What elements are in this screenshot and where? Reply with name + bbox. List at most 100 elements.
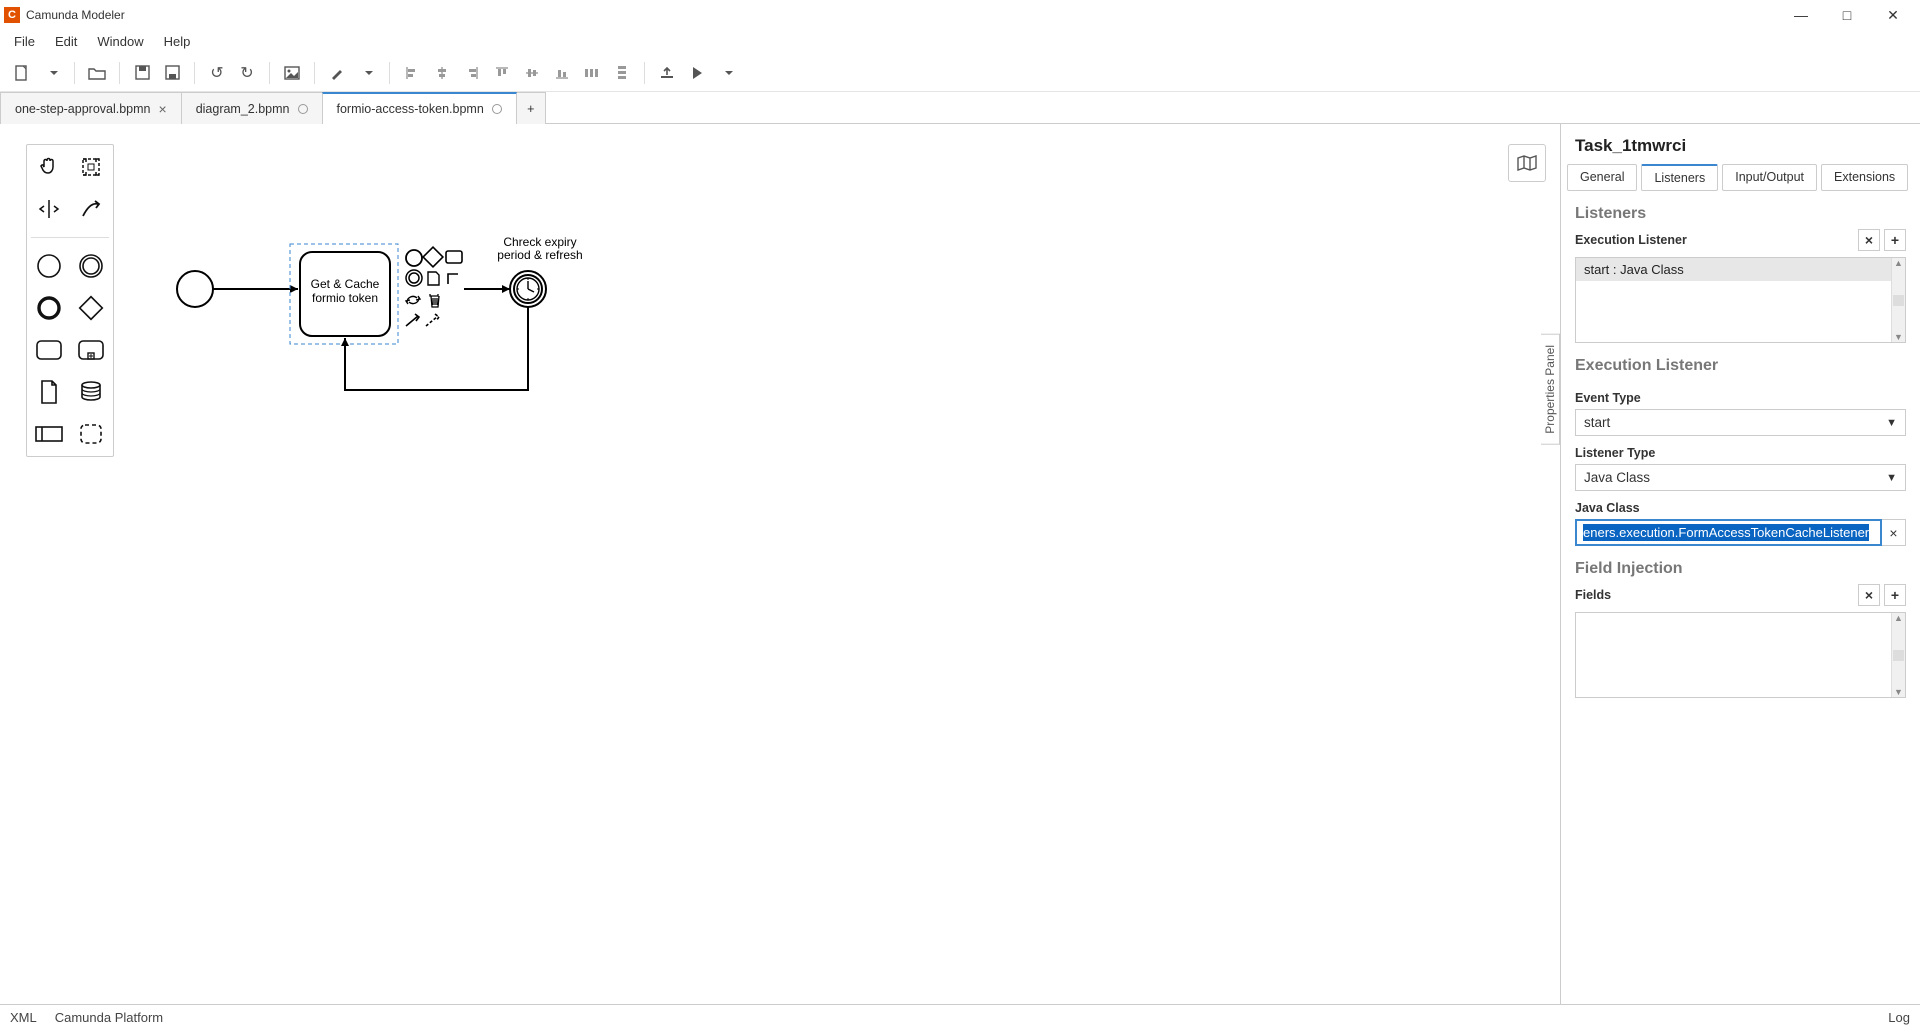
workspace: Get & Cacheformio token — [0, 124, 1920, 1004]
pool-icon[interactable] — [33, 418, 65, 450]
bpmn-diagram[interactable]: Get & Cacheformio token — [170, 184, 630, 404]
run-dropdown[interactable] — [713, 59, 741, 87]
prop-tab-listeners[interactable]: Listeners — [1641, 164, 1718, 191]
tab-formio-access-token[interactable]: formio-access-token.bpmn — [322, 92, 517, 124]
group-icon[interactable] — [75, 418, 107, 450]
status-log[interactable]: Log — [1888, 1010, 1910, 1025]
event-type-value: start — [1584, 415, 1610, 430]
deploy-button[interactable] — [653, 59, 681, 87]
tab-diagram-2[interactable]: diagram_2.bpmn — [181, 92, 323, 124]
fields-list[interactable]: ▲▼ — [1575, 612, 1906, 698]
toolbar: ↺ ↻ — [0, 54, 1920, 92]
ctx-task-icon[interactable] — [446, 251, 462, 263]
scrollbar[interactable]: ▲▼ — [1891, 613, 1905, 697]
ctx-end-event-icon[interactable] — [406, 250, 422, 266]
ctx-gateway-icon[interactable] — [423, 247, 443, 267]
chevron-down-icon: ▼ — [1886, 417, 1897, 429]
menu-help[interactable]: Help — [154, 30, 201, 53]
listener-row[interactable]: start : Java Class — [1576, 258, 1905, 281]
status-platform[interactable]: Camunda Platform — [55, 1010, 163, 1025]
new-file-dropdown[interactable] — [38, 59, 66, 87]
dirty-indicator-icon — [492, 104, 502, 114]
timer-event-node[interactable] — [510, 271, 546, 307]
color-button[interactable] — [323, 59, 351, 87]
ctx-annotation-icon[interactable] — [428, 272, 439, 285]
scrollbar[interactable]: ▲▼ — [1891, 258, 1905, 342]
connect-tool-icon[interactable] — [75, 193, 107, 225]
properties-panel-toggle[interactable]: Properties Panel — [1541, 334, 1560, 445]
close-window-button[interactable]: ✕ — [1870, 0, 1916, 30]
new-file-button[interactable] — [8, 59, 36, 87]
properties-tabs: General Listeners Input/Output Extension… — [1561, 164, 1920, 191]
close-icon[interactable]: × — [159, 101, 167, 117]
section-exec-listener-title: Execution Listener — [1561, 343, 1920, 381]
menu-window[interactable]: Window — [87, 30, 153, 53]
tab-one-step-approval[interactable]: one-step-approval.bpmn × — [0, 92, 182, 124]
distribute-h-button[interactable] — [578, 59, 606, 87]
data-object-icon[interactable] — [33, 376, 65, 408]
redo-button[interactable]: ↻ — [233, 59, 261, 87]
add-field-button[interactable]: + — [1884, 584, 1906, 606]
prop-tab-io[interactable]: Input/Output — [1722, 164, 1817, 191]
undo-button[interactable]: ↺ — [203, 59, 231, 87]
minimap-toggle[interactable] — [1508, 144, 1546, 182]
intermediate-event-icon[interactable] — [75, 250, 107, 282]
distribute-v-button[interactable] — [608, 59, 636, 87]
align-right-button[interactable] — [458, 59, 486, 87]
listener-type-select[interactable]: Java Class ▼ — [1575, 464, 1906, 491]
add-tab-button[interactable]: + — [516, 92, 546, 124]
data-store-icon[interactable] — [75, 376, 107, 408]
java-class-input[interactable]: eners.execution.FormAccessTokenCacheList… — [1575, 519, 1882, 546]
space-tool-icon[interactable] — [33, 193, 65, 225]
ctx-delete-icon[interactable] — [430, 294, 439, 307]
ctx-text-annotation-icon[interactable] — [448, 274, 458, 284]
open-file-button[interactable] — [83, 59, 111, 87]
prop-tab-general[interactable]: General — [1567, 164, 1637, 191]
timer-annotation: Chreck expiryperiod & refresh — [497, 235, 582, 262]
hand-tool-icon[interactable] — [33, 151, 65, 183]
clear-input-button[interactable]: × — [1882, 519, 1906, 546]
align-left-button[interactable] — [398, 59, 426, 87]
execution-listener-header: Execution Listener × + — [1561, 229, 1920, 251]
gateway-icon[interactable] — [75, 292, 107, 324]
align-top-button[interactable] — [488, 59, 516, 87]
java-class-value: eners.execution.FormAccessTokenCacheList… — [1583, 524, 1869, 541]
window-title: Camunda Modeler — [26, 8, 1778, 22]
lasso-tool-icon[interactable] — [75, 151, 107, 183]
image-export-button[interactable] — [278, 59, 306, 87]
remove-listener-button[interactable]: × — [1858, 229, 1880, 251]
align-bottom-button[interactable] — [548, 59, 576, 87]
run-button[interactable] — [683, 59, 711, 87]
tab-label: one-step-approval.bpmn — [15, 102, 151, 116]
tab-label: formio-access-token.bpmn — [337, 102, 484, 116]
canvas-area[interactable]: Get & Cacheformio token — [0, 124, 1560, 1004]
task-icon[interactable] — [33, 334, 65, 366]
align-middle-button[interactable] — [518, 59, 546, 87]
save-as-button[interactable] — [158, 59, 186, 87]
align-center-button[interactable] — [428, 59, 456, 87]
section-listeners-title: Listeners — [1561, 191, 1920, 229]
remove-field-button[interactable]: × — [1858, 584, 1880, 606]
execution-listener-list[interactable]: start : Java Class ▲▼ — [1575, 257, 1906, 343]
color-dropdown[interactable] — [353, 59, 381, 87]
end-event-icon[interactable] — [33, 292, 65, 324]
maximize-button[interactable]: □ — [1824, 0, 1870, 30]
start-event-node[interactable] — [177, 271, 213, 307]
prop-tab-extensions[interactable]: Extensions — [1821, 164, 1908, 191]
save-button[interactable] — [128, 59, 156, 87]
subprocess-icon[interactable] — [75, 334, 107, 366]
ctx-connect-dashed-icon[interactable] — [426, 314, 439, 326]
menu-file[interactable]: File — [4, 30, 45, 53]
section-field-injection-title: Field Injection — [1561, 546, 1920, 584]
start-event-icon[interactable] — [33, 250, 65, 282]
status-xml[interactable]: XML — [10, 1010, 37, 1025]
add-listener-button[interactable]: + — [1884, 229, 1906, 251]
menu-edit[interactable]: Edit — [45, 30, 87, 53]
fields-label: Fields — [1575, 588, 1611, 602]
ctx-replace-icon[interactable] — [406, 296, 420, 304]
event-type-label: Event Type — [1561, 381, 1920, 409]
event-type-select[interactable]: start ▼ — [1575, 409, 1906, 436]
ctx-connect-icon[interactable] — [406, 314, 419, 326]
minimize-button[interactable]: ― — [1778, 0, 1824, 30]
tab-label: diagram_2.bpmn — [196, 102, 290, 116]
